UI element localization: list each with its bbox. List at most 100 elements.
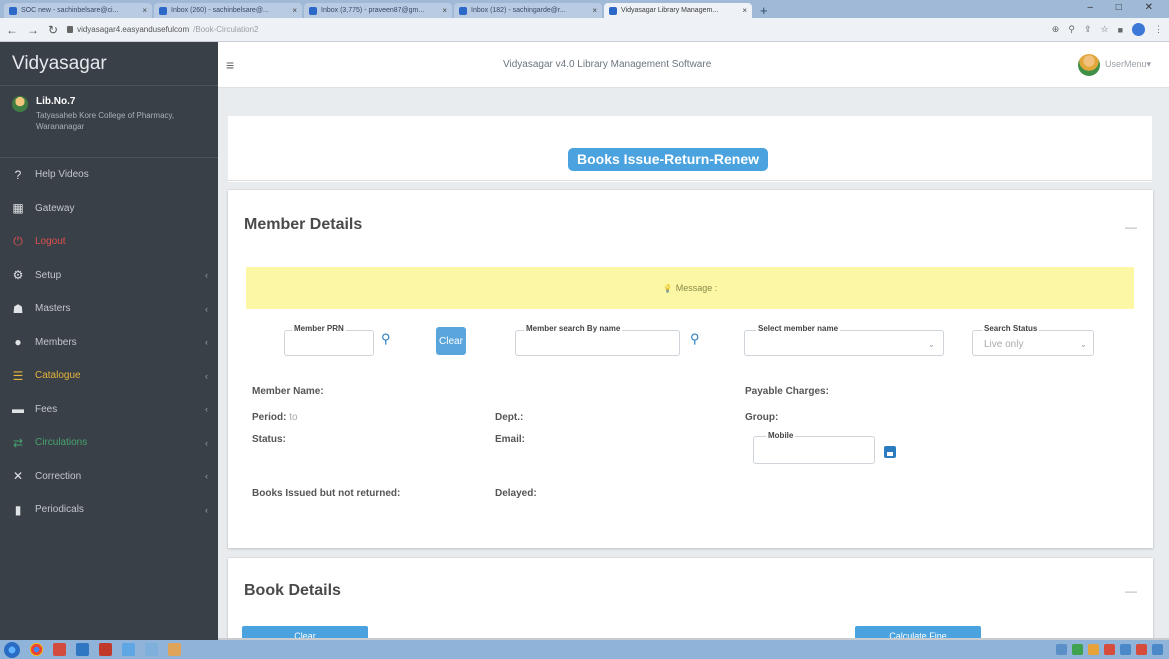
sidebar-item-gateway[interactable]: ▦ Gateway (0, 192, 218, 226)
share-icon[interactable]: ⇪ (1084, 24, 1092, 35)
browser-tab-bar: SOC new - sachinbelsare@ci... × Inbox (260… (0, 0, 1169, 18)
user-menu-label[interactable]: UserMenu▾ (1105, 59, 1151, 70)
sidebar: Vidyasagar Lib.No.7 Tatyasaheb Kore Coll… (0, 42, 218, 640)
sidebar-item-fees[interactable]: ▬ Fees ‹ (0, 393, 218, 427)
reload-icon[interactable]: ↻ (48, 23, 58, 37)
sidebar-item-label: Circulations (35, 437, 88, 449)
page-title: Books Issue-Return-Renew (568, 148, 769, 171)
windows-taskbar (0, 640, 1169, 659)
tray-icon[interactable] (1056, 644, 1067, 655)
sidebar-item-label: Members (35, 336, 77, 348)
chevron-left-icon: ‹ (205, 504, 208, 515)
window-controls[interactable]: – □ ✕ (1087, 2, 1163, 13)
tray-icon[interactable] (1136, 644, 1147, 655)
member-collapse-button[interactable]: — (1125, 220, 1137, 234)
brand-logo[interactable]: Vidyasagar (0, 42, 218, 86)
select-member-name-dropdown[interactable] (744, 330, 944, 356)
browser-menu-icon[interactable]: ⋮ (1154, 24, 1163, 35)
tray-icon[interactable] (1072, 644, 1083, 655)
user-icon: ● (14, 335, 22, 350)
sidebar-item-catalogue[interactable]: ☰ Catalogue ‹ (0, 359, 218, 393)
sidebar-item-periodicals[interactable]: ▮ Periodicals ‹ (0, 493, 218, 527)
tray-icon[interactable] (1088, 644, 1099, 655)
save-icon[interactable] (884, 446, 896, 458)
forward-icon[interactable]: → (27, 23, 39, 37)
question-icon: ? (14, 167, 22, 182)
tab-favicon-icon (309, 6, 317, 15)
taskbar-app-icon[interactable] (53, 643, 66, 656)
power-icon: ⏻ (13, 234, 23, 249)
taskbar-app-icon[interactable] (76, 643, 89, 656)
prn-search-icon[interactable]: ⚲ (381, 331, 391, 347)
browser-tab[interactable]: Vidyasagar Library Managem... × (604, 3, 752, 18)
user-name[interactable]: Lib.No.7 (36, 96, 196, 107)
extensions-icon[interactable]: ■ (1118, 25, 1123, 35)
url-path: /Book-Circulation2 (193, 25, 259, 34)
tab-list: SOC new - sachinbelsare@ci... × Inbox (260… (4, 0, 752, 18)
dept-label: Dept.: (495, 412, 524, 423)
back-icon[interactable]: ← (6, 23, 18, 37)
book-details-title: Book Details (244, 582, 341, 599)
sidebar-item-setup[interactable]: ⚙ Setup ‹ (0, 259, 218, 293)
sidebar-item-label: Periodicals (35, 504, 84, 516)
tab-close-icon[interactable]: × (292, 6, 297, 15)
email-label: Email: (495, 434, 526, 445)
books-issued-label: Books Issued but not returned: (252, 488, 401, 499)
tab-close-icon[interactable]: × (592, 6, 597, 15)
delayed-label: Delayed: (495, 488, 537, 499)
tab-close-icon[interactable]: × (442, 6, 447, 15)
tray-icon[interactable] (1120, 644, 1131, 655)
tab-favicon-icon (159, 6, 167, 15)
star-icon[interactable]: ☆ (1100, 24, 1108, 35)
period-key: Period: (252, 412, 287, 423)
sidebar-item-logout[interactable]: ⏻ Logout (0, 225, 218, 259)
system-tray (1056, 644, 1169, 655)
tab-label: Inbox (260) - sachinbelsare@... (171, 7, 269, 14)
period-label: Period: to (252, 412, 298, 423)
member-details-title: Member Details (244, 216, 363, 233)
money-icon: ▬ (12, 402, 24, 417)
browser-tab[interactable]: Inbox (3,775) - praveen87@gm... × (304, 3, 452, 18)
member-details-card: Member Details — 💡 Message : Member PRN … (228, 190, 1153, 548)
browser-tab[interactable]: Inbox (182) - sachingarde@r... × (454, 3, 602, 18)
ie-taskbar-icon[interactable] (145, 643, 158, 656)
chrome-taskbar-icon[interactable] (30, 643, 43, 656)
sidebar-item-members[interactable]: ● Members ‹ (0, 326, 218, 360)
payable-charges-label: Payable Charges: (745, 386, 829, 397)
book-collapse-button[interactable]: — (1125, 584, 1137, 598)
title-divider (228, 180, 1152, 181)
tray-icon[interactable] (1104, 644, 1115, 655)
tab-label: Inbox (182) - sachingarde@r... (471, 7, 566, 14)
profile-icon[interactable] (1132, 23, 1145, 36)
taskbar-app-icon[interactable] (99, 643, 112, 656)
taskbar-app-icon[interactable] (122, 643, 135, 656)
sidebar-item-circulations[interactable]: ⇄ Circulations ‹ (0, 426, 218, 460)
member-prn-input[interactable] (284, 330, 374, 356)
user-menu[interactable]: UserMenu▾ (1077, 53, 1151, 76)
member-clear-button[interactable]: Clear (436, 327, 466, 355)
chevron-left-icon: ‹ (205, 270, 208, 281)
name-search-icon[interactable]: ⚲ (690, 331, 700, 347)
member-search-name-label: Member search By name (524, 324, 623, 333)
zoom-icon[interactable]: ⚲ (1068, 24, 1075, 35)
install-icon[interactable]: ⊕ (1052, 24, 1060, 35)
sidebar-item-masters[interactable]: ☗ Masters ‹ (0, 292, 218, 326)
browser-tab[interactable]: SOC new - sachinbelsare@ci... × (4, 3, 152, 18)
sidebar-item-correction[interactable]: ✕ Correction ‹ (0, 460, 218, 494)
taskbar-app-icon[interactable] (168, 643, 181, 656)
url-field[interactable]: vidyasagar4.easyandusefulcom/Book-Circul… (67, 25, 259, 34)
sidebar-item-label: Masters (35, 303, 71, 315)
browser-tab[interactable]: Inbox (260) - sachinbelsare@... × (154, 3, 302, 18)
member-search-name-input[interactable] (515, 330, 680, 356)
member-prn-label: Member PRN (292, 324, 346, 333)
mobile-input[interactable] (753, 436, 875, 464)
sidebar-item-help-videos[interactable]: ? Help Videos (0, 158, 218, 192)
chevron-left-icon: ‹ (205, 303, 208, 314)
tab-close-icon[interactable]: × (742, 6, 747, 15)
tab-close-icon[interactable]: × (142, 6, 147, 15)
user-avatar[interactable] (1077, 53, 1100, 76)
new-tab-button[interactable]: + (754, 3, 774, 18)
start-button[interactable] (4, 641, 20, 658)
hamburger-menu-icon[interactable]: ≡ (226, 57, 234, 73)
tray-icon[interactable] (1152, 644, 1163, 655)
